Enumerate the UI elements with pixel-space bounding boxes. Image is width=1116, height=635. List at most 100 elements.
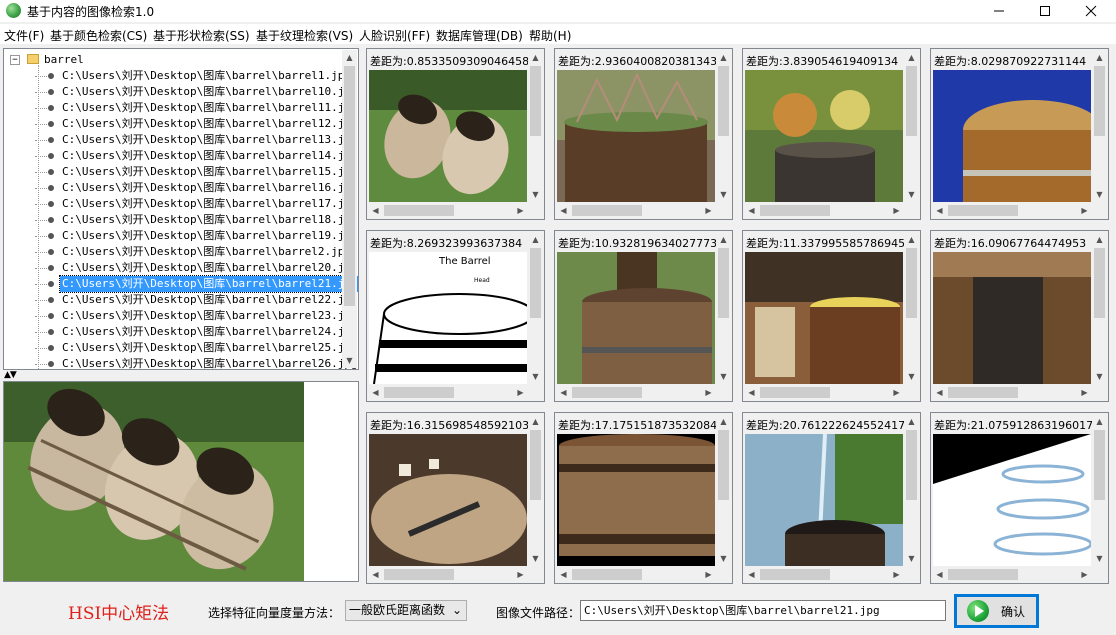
- menu-shape-search[interactable]: 基于形状检索(SS): [153, 27, 250, 44]
- menu-help[interactable]: 帮助(H): [529, 27, 571, 44]
- scroll-thumb[interactable]: [760, 569, 830, 580]
- splitter-arrows-icon[interactable]: ▲▼: [4, 370, 17, 380]
- menu-database[interactable]: 数据库管理(DB): [436, 27, 523, 44]
- result-panel[interactable]: 差距为:16.315698548592103 ▲ ▼ ◀ ▶: [366, 412, 545, 584]
- scroll-right-icon[interactable]: ▶: [513, 567, 528, 582]
- scroll-down-icon[interactable]: ▼: [528, 187, 543, 202]
- scroll-right-icon[interactable]: ▶: [701, 385, 716, 400]
- result-vertical-scrollbar[interactable]: ▲ ▼: [528, 50, 543, 202]
- scroll-left-icon[interactable]: ◀: [744, 567, 759, 582]
- scroll-left-icon[interactable]: ◀: [744, 385, 759, 400]
- scroll-right-icon[interactable]: ▶: [1077, 567, 1092, 582]
- scroll-thumb[interactable]: [572, 569, 642, 580]
- result-panel[interactable]: 差距为:20.761222624552417 ▲ ▼ ◀ ▶: [742, 412, 921, 584]
- scroll-right-icon[interactable]: ▶: [1077, 385, 1092, 400]
- measure-method-select[interactable]: 一般欧氏距离函数 ⌄: [345, 600, 467, 621]
- scroll-up-icon[interactable]: ▲: [716, 232, 731, 247]
- scroll-down-icon[interactable]: ▼: [342, 353, 357, 368]
- result-panel[interactable]: 差距为:8.029870922731144 ▲ ▼ ◀ ▶: [930, 48, 1109, 220]
- scroll-right-icon[interactable]: ▶: [701, 567, 716, 582]
- scroll-right-icon[interactable]: ▶: [701, 203, 716, 218]
- result-panel[interactable]: 差距为:8.269323993637384 The Barrel Head ▲ ▼ ◀ ▶: [366, 230, 545, 402]
- result-vertical-scrollbar[interactable]: ▲ ▼: [1092, 50, 1107, 202]
- result-image[interactable]: [933, 252, 1091, 384]
- menu-texture-search[interactable]: 基于纹理检索(VS): [256, 27, 353, 44]
- result-vertical-scrollbar[interactable]: ▲ ▼: [904, 50, 919, 202]
- result-image[interactable]: [933, 434, 1091, 566]
- result-panel[interactable]: 差距为:11.337995585786945 ▲ ▼ ◀ ▶: [742, 230, 921, 402]
- menu-face-recognition[interactable]: 人脸识别(FF): [359, 27, 430, 44]
- scroll-down-icon[interactable]: ▼: [716, 187, 731, 202]
- result-image[interactable]: [933, 70, 1091, 202]
- scroll-thumb[interactable]: [948, 205, 1018, 216]
- result-panel[interactable]: 差距为:21.075912863196017 ▲ ▼ ◀ ▶: [930, 412, 1109, 584]
- menu-color-search[interactable]: 基于颜色检索(CS): [50, 27, 147, 44]
- result-horizontal-scrollbar[interactable]: ◀ ▶: [744, 385, 904, 400]
- result-horizontal-scrollbar[interactable]: ◀ ▶: [932, 567, 1092, 582]
- tree-vertical-scrollbar[interactable]: ▲ ▼: [342, 50, 357, 368]
- scroll-thumb[interactable]: [530, 66, 541, 136]
- result-horizontal-scrollbar[interactable]: ◀ ▶: [744, 203, 904, 218]
- scroll-thumb[interactable]: [572, 387, 642, 398]
- scroll-up-icon[interactable]: ▲: [904, 414, 919, 429]
- result-horizontal-scrollbar[interactable]: ◀ ▶: [556, 203, 716, 218]
- scroll-thumb[interactable]: [906, 66, 917, 136]
- scroll-up-icon[interactable]: ▲: [904, 232, 919, 247]
- scroll-thumb[interactable]: [384, 205, 454, 216]
- scroll-down-icon[interactable]: ▼: [904, 187, 919, 202]
- scroll-thumb[interactable]: [384, 387, 454, 398]
- result-panel[interactable]: 差距为:17.175151873532084 ▲ ▼ ◀ ▶: [554, 412, 733, 584]
- result-horizontal-scrollbar[interactable]: ◀ ▶: [368, 385, 528, 400]
- result-image[interactable]: [557, 70, 715, 202]
- scroll-thumb[interactable]: [760, 205, 830, 216]
- result-panel[interactable]: 差距为:2.9360400820381343 ▲ ▼ ◀ ▶: [554, 48, 733, 220]
- menu-file[interactable]: 文件(F): [4, 27, 44, 44]
- scroll-thumb[interactable]: [906, 248, 917, 318]
- scroll-thumb[interactable]: [718, 66, 729, 136]
- scroll-thumb[interactable]: [948, 387, 1018, 398]
- result-horizontal-scrollbar[interactable]: ◀ ▶: [556, 385, 716, 400]
- result-image[interactable]: The Barrel Head: [369, 252, 527, 384]
- result-image[interactable]: [369, 70, 527, 202]
- result-panel[interactable]: 差距为:0.8533509309046458 ▲ ▼ ◀ ▶: [366, 48, 545, 220]
- result-panel[interactable]: 差距为:3.839054619409134 ▲ ▼ ◀ ▶: [742, 48, 921, 220]
- scroll-left-icon[interactable]: ◀: [932, 385, 947, 400]
- scroll-thumb[interactable]: [530, 248, 541, 318]
- result-horizontal-scrollbar[interactable]: ◀ ▶: [368, 567, 528, 582]
- scroll-up-icon[interactable]: ▲: [904, 50, 919, 65]
- scroll-down-icon[interactable]: ▼: [1092, 369, 1107, 384]
- result-image[interactable]: [745, 252, 903, 384]
- scroll-thumb[interactable]: [530, 430, 541, 500]
- scroll-right-icon[interactable]: ▶: [513, 203, 528, 218]
- result-image[interactable]: [557, 434, 715, 566]
- maximize-button[interactable]: [1022, 0, 1068, 22]
- scroll-down-icon[interactable]: ▼: [904, 551, 919, 566]
- scroll-thumb[interactable]: [572, 205, 642, 216]
- scroll-thumb[interactable]: [1094, 66, 1105, 136]
- scroll-right-icon[interactable]: ▶: [889, 203, 904, 218]
- scroll-thumb[interactable]: [948, 569, 1018, 580]
- scroll-up-icon[interactable]: ▲: [528, 414, 543, 429]
- scroll-left-icon[interactable]: ◀: [368, 385, 383, 400]
- result-vertical-scrollbar[interactable]: ▲ ▼: [716, 414, 731, 566]
- scroll-left-icon[interactable]: ◀: [932, 567, 947, 582]
- scroll-down-icon[interactable]: ▼: [716, 551, 731, 566]
- scroll-up-icon[interactable]: ▲: [1092, 50, 1107, 65]
- scroll-down-icon[interactable]: ▼: [528, 551, 543, 566]
- confirm-button[interactable]: 确认: [954, 594, 1039, 628]
- scroll-right-icon[interactable]: ▶: [889, 567, 904, 582]
- scroll-left-icon[interactable]: ◀: [744, 203, 759, 218]
- scroll-thumb[interactable]: [760, 387, 830, 398]
- scroll-thumb[interactable]: [1094, 430, 1105, 500]
- scroll-up-icon[interactable]: ▲: [1092, 232, 1107, 247]
- scroll-down-icon[interactable]: ▼: [904, 369, 919, 384]
- scroll-left-icon[interactable]: ◀: [556, 203, 571, 218]
- result-image[interactable]: [745, 434, 903, 566]
- scroll-right-icon[interactable]: ▶: [889, 385, 904, 400]
- scroll-down-icon[interactable]: ▼: [1092, 187, 1107, 202]
- result-vertical-scrollbar[interactable]: ▲ ▼: [528, 232, 543, 384]
- close-button[interactable]: [1068, 0, 1114, 22]
- scroll-up-icon[interactable]: ▲: [716, 414, 731, 429]
- result-vertical-scrollbar[interactable]: ▲ ▼: [716, 50, 731, 202]
- result-image[interactable]: [369, 434, 527, 566]
